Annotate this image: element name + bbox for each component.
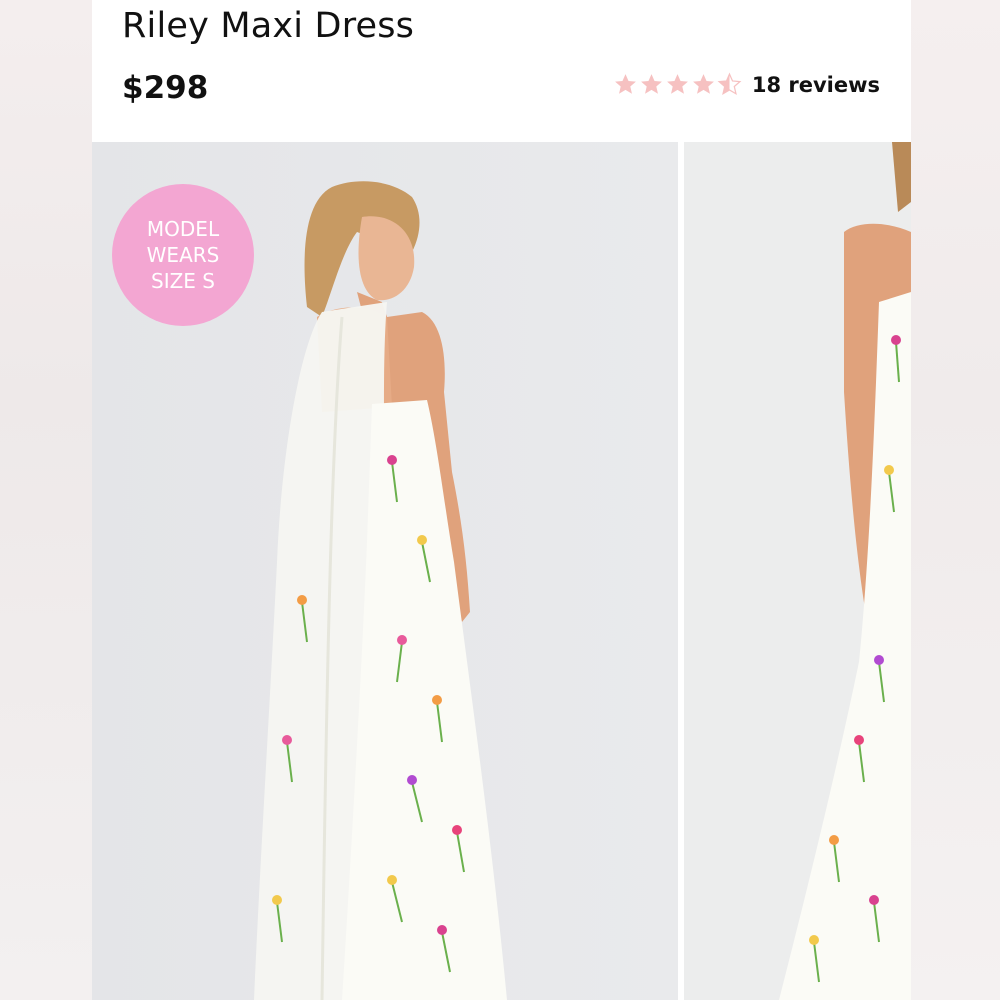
product-card: Riley Maxi Dress $298 18 reviews MODEL W… (92, 0, 911, 1000)
product-price: $298 (122, 70, 209, 106)
product-gallery[interactable]: MODEL WEARS SIZE S (92, 142, 911, 1000)
star-icon (666, 74, 688, 94)
product-photo-back[interactable]: MODEL WEARS SIZE S (92, 142, 678, 1000)
half-star-icon (717, 72, 742, 96)
product-title: Riley Maxi Dress (122, 6, 415, 46)
model-figure-front (684, 142, 911, 1000)
badge-line-2: WEARS (146, 243, 220, 267)
badge-line-1: MODEL (146, 217, 220, 241)
badge-line-3: SIZE S (151, 269, 215, 293)
star-icon (614, 74, 636, 94)
right-backdrop (911, 0, 1000, 1000)
reviews-link[interactable]: 18 reviews (752, 73, 880, 97)
star-icon (640, 74, 662, 94)
model-size-badge: MODEL WEARS SIZE S (112, 184, 254, 326)
star-icon (692, 74, 714, 94)
left-backdrop (0, 0, 92, 1000)
product-rating[interactable]: 18 reviews (613, 72, 880, 97)
product-photo-front[interactable] (684, 142, 911, 1000)
rating-stars (613, 72, 742, 97)
